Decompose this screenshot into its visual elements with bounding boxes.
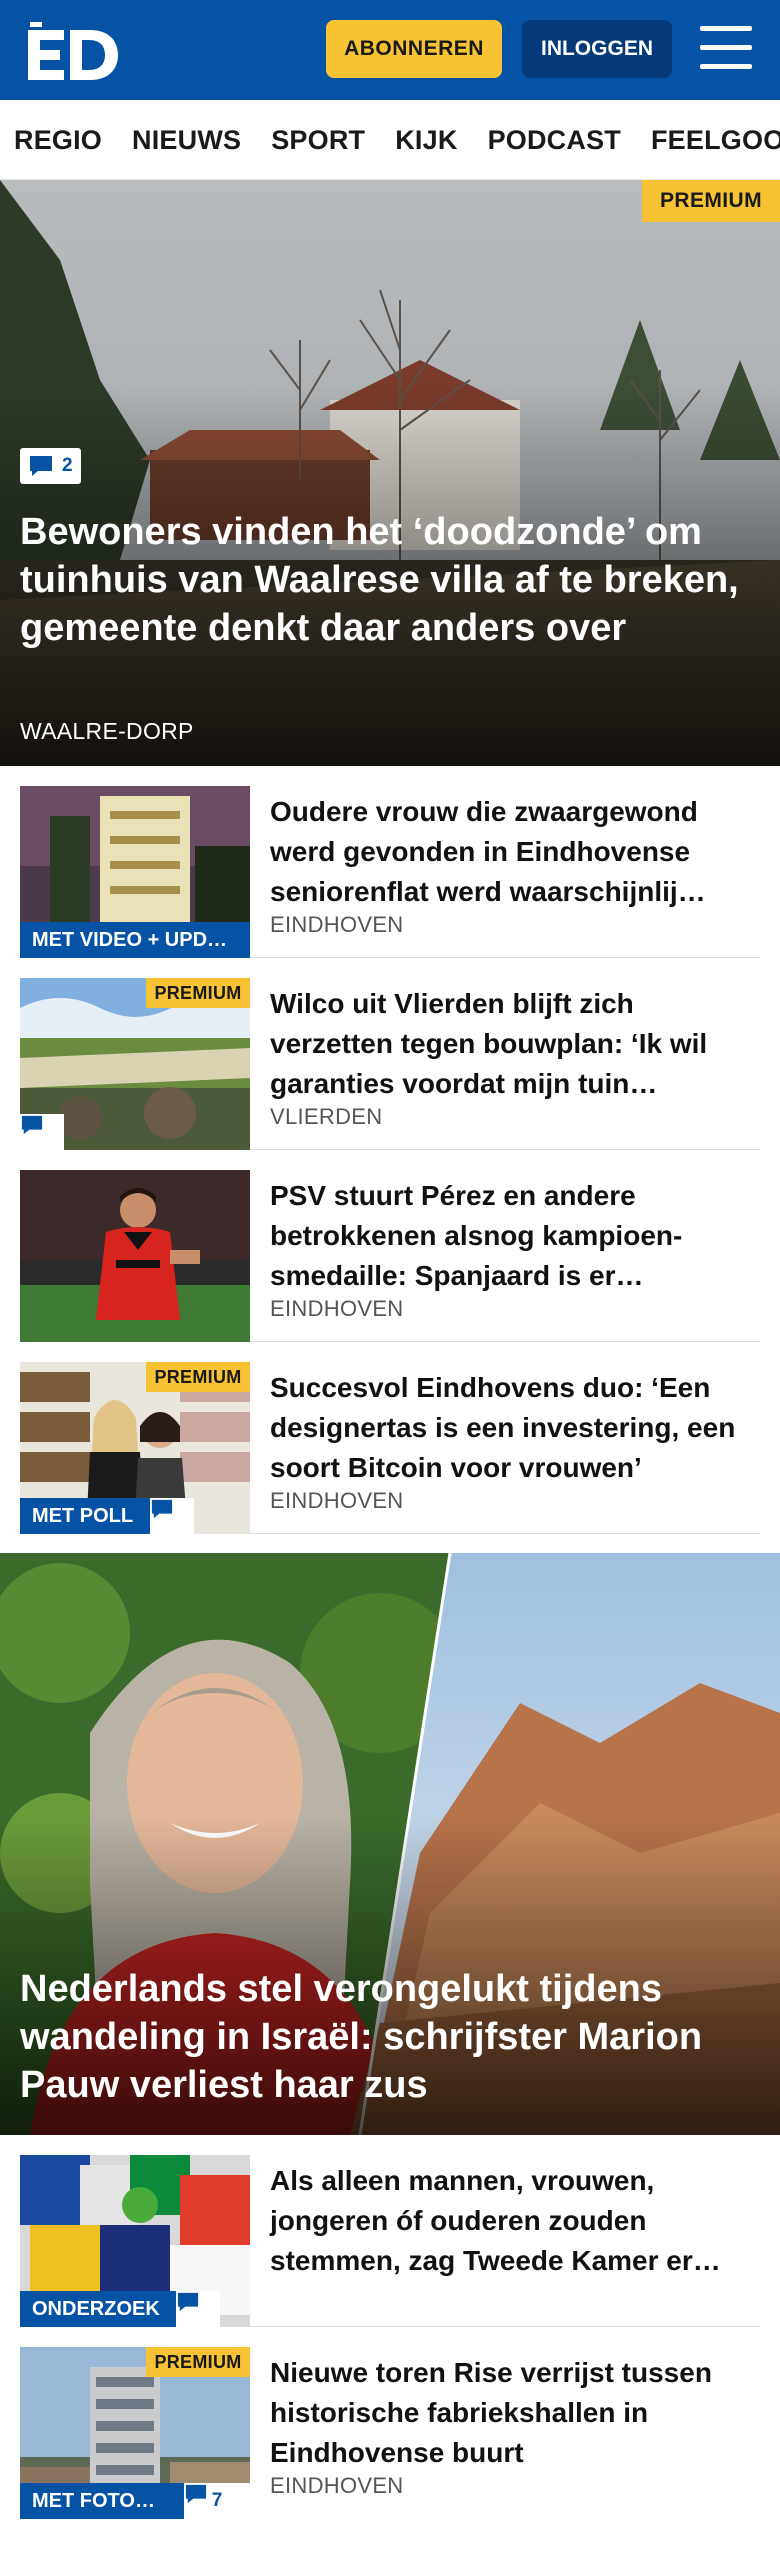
comment-count-badge[interactable]: 7 bbox=[184, 2483, 250, 2519]
article-location: VLIERDEN bbox=[270, 1104, 383, 1129]
article-thumbnail: PREMIUM MET POLL bbox=[20, 1362, 250, 1534]
nav-item-regio[interactable]: REGIO bbox=[14, 125, 102, 156]
article-thumbnail: PREMIUM bbox=[20, 978, 250, 1150]
nav-item-nieuws[interactable]: NIEUWS bbox=[132, 125, 241, 156]
hero-article[interactable]: PREMIUM 2 Bewoners vinden het ‘doodzonde… bbox=[0, 180, 780, 766]
article-location: EINDHOVEN bbox=[270, 2473, 404, 2498]
comment-icon bbox=[185, 2484, 207, 2504]
article-location: EINDHOVEN bbox=[270, 1488, 404, 1513]
site-header: ED ABONNEREN INLOGGEN bbox=[0, 0, 780, 100]
comment-icon bbox=[21, 1115, 43, 1135]
subscribe-button[interactable]: ABONNEREN bbox=[326, 20, 502, 78]
list-item[interactable]: PREMIUM Wilco uit Vlierden blijft zich v… bbox=[20, 958, 760, 1150]
hero-headline[interactable]: Bewoners vinden het ‘doodzonde’ om tuinh… bbox=[20, 508, 760, 652]
list-item[interactable]: MET VIDEO + UPD… Oudere vrouw die zwaarg… bbox=[20, 766, 760, 958]
hero-image bbox=[0, 180, 780, 766]
article-label: MET FOTO… bbox=[20, 2483, 184, 2519]
comment-icon bbox=[30, 456, 52, 476]
nav-item-kijk[interactable]: KIJK bbox=[395, 125, 457, 156]
article-headline[interactable]: Wilco uit Vlierden blijft zich verzetten… bbox=[270, 984, 750, 1104]
premium-badge: PREMIUM bbox=[146, 2347, 250, 2377]
article-thumbnail: ONDERZOEK bbox=[20, 2155, 250, 2327]
menu-icon[interactable] bbox=[700, 26, 752, 70]
comment-icon bbox=[151, 1499, 173, 1519]
list-item[interactable]: PREMIUM MET FOTO… 7 Nieuwe toren Rise ve… bbox=[20, 2327, 760, 2519]
nav-item-sport[interactable]: SPORT bbox=[271, 125, 365, 156]
feature-headline[interactable]: Nederlands stel verongelukt tijdens wand… bbox=[20, 1965, 770, 2109]
article-label: ONDERZOEK bbox=[20, 2291, 176, 2327]
article-location: EINDHOVEN bbox=[270, 1296, 404, 1321]
category-nav: REGIO NIEUWS SPORT KIJK PODCAST FEELGOOD… bbox=[0, 100, 780, 180]
article-headline[interactable]: Succesvol Eindhovens duo: ‘Een designert… bbox=[270, 1368, 750, 1488]
list-item[interactable]: PREMIUM MET POLL Succesvol Eindhovens du… bbox=[20, 1342, 760, 1534]
article-headline[interactable]: PSV stuurt Pérez en andere betrokkenen a… bbox=[270, 1176, 750, 1296]
ed-logo[interactable]: ED bbox=[28, 22, 120, 80]
login-button[interactable]: INLOGGEN bbox=[522, 20, 672, 78]
article-headline[interactable]: Als alleen mannen, vrouwen, jongeren óf … bbox=[270, 2161, 750, 2281]
comment-count: 7 bbox=[211, 2490, 223, 2511]
article-headline[interactable]: Nieuwe toren Rise verrijst tussen histor… bbox=[270, 2353, 750, 2473]
premium-badge: PREMIUM bbox=[146, 978, 250, 1008]
list-item[interactable]: ONDERZOEK Als alleen mannen, vrouwen, jo… bbox=[20, 2135, 760, 2327]
premium-badge: PREMIUM bbox=[642, 180, 780, 222]
article-location: EINDHOVEN bbox=[270, 912, 404, 937]
article-thumbnail: MET VIDEO + UPD… bbox=[20, 786, 250, 958]
comment-count-badge[interactable] bbox=[150, 1498, 194, 1534]
hero-location: WAALRE-DORP bbox=[20, 718, 194, 744]
comment-count-badge[interactable] bbox=[176, 2291, 220, 2327]
feature-article[interactable]: Nederlands stel verongelukt tijdens wand… bbox=[0, 1553, 780, 2135]
comment-count: 2 bbox=[62, 455, 73, 476]
comment-count-badge[interactable] bbox=[20, 1114, 64, 1150]
article-headline[interactable]: Oudere vrouw die zwaargewond werd gevond… bbox=[270, 792, 750, 912]
nav-item-podcast[interactable]: PODCAST bbox=[488, 125, 621, 156]
article-label: MET VIDEO + UPD… bbox=[20, 922, 250, 958]
comment-icon bbox=[177, 2292, 199, 2312]
premium-badge: PREMIUM bbox=[146, 1362, 250, 1392]
list-item[interactable]: PSV stuurt Pérez en andere betrokkenen a… bbox=[20, 1150, 760, 1342]
article-thumbnail: PREMIUM MET FOTO… 7 bbox=[20, 2347, 250, 2519]
nav-item-feelgood[interactable]: FEELGOOD bbox=[651, 125, 780, 156]
article-label: MET POLL bbox=[20, 1498, 150, 1534]
comment-count-badge[interactable]: 2 bbox=[20, 448, 81, 484]
article-thumbnail bbox=[20, 1170, 250, 1342]
